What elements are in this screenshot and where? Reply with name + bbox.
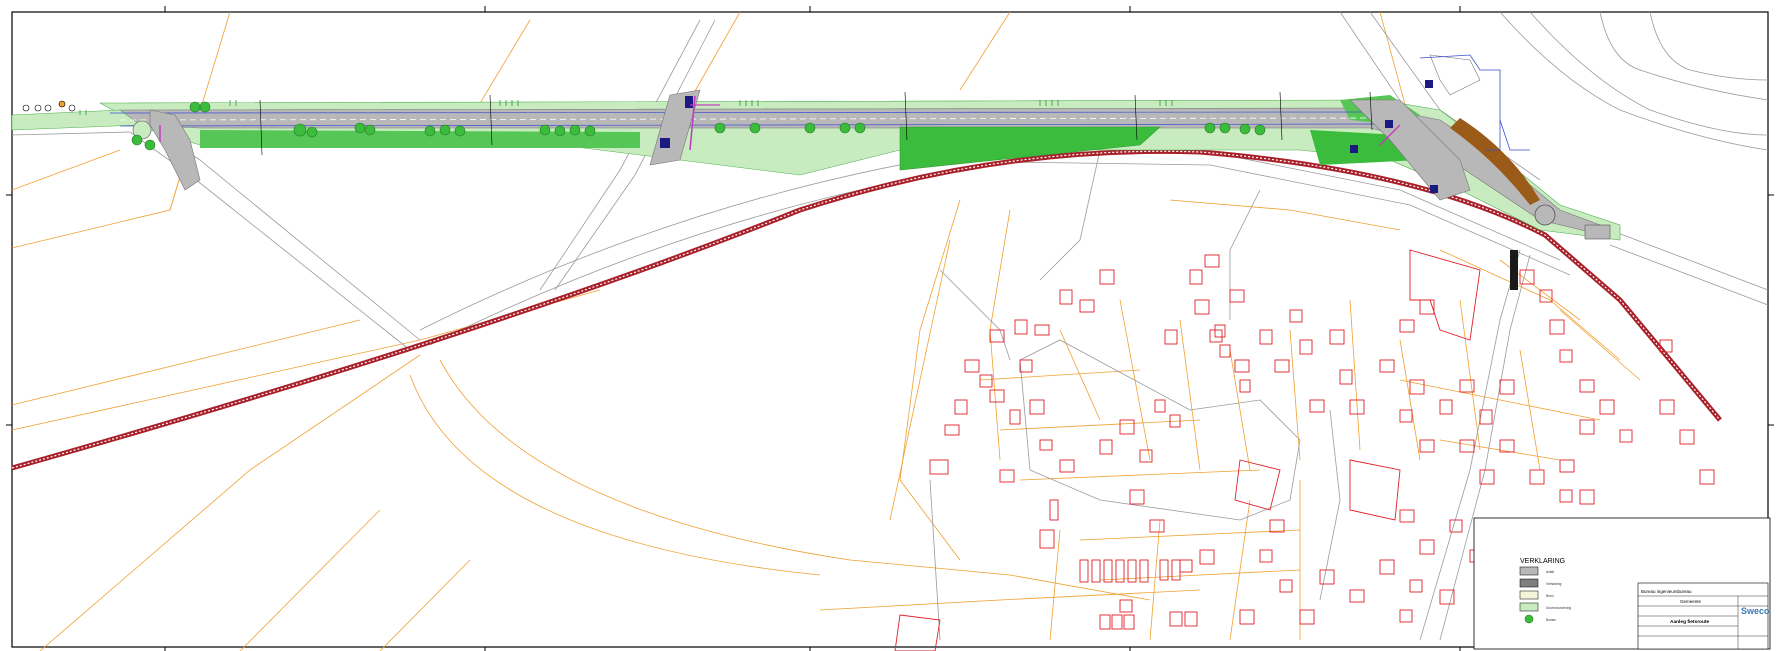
tree-icon <box>554 125 566 137</box>
tree-icon <box>569 124 581 136</box>
title-block-project: Aanleg fietsroute <box>1670 619 1710 625</box>
tree-icon <box>454 125 466 137</box>
tree-icon <box>1204 122 1216 134</box>
legend-swatch-2 <box>1519 590 1539 600</box>
legend-label-2: Berm <box>1546 594 1554 598</box>
tree-icon <box>804 122 816 134</box>
tree-icon <box>539 124 551 136</box>
tree-icon <box>749 122 761 134</box>
tree-icon <box>199 101 211 113</box>
tree-icon <box>364 124 376 136</box>
tree-icon <box>854 122 866 134</box>
tree-icon <box>1254 124 1266 136</box>
title-block: Bureau ingenieursbureau Gemeente Aanleg … <box>1637 582 1770 650</box>
tree-icon <box>424 125 436 137</box>
tree-icon <box>293 123 307 137</box>
tree-icon <box>439 124 451 136</box>
legend-swatch-3 <box>1519 602 1539 612</box>
tree-icon <box>1219 122 1231 134</box>
company-logo: Sweco <box>1741 606 1770 616</box>
tree-icon <box>131 134 143 146</box>
tree-icon <box>714 122 726 134</box>
legend-label-4: Bomen <box>1546 618 1556 622</box>
tree-icon <box>1239 123 1251 135</box>
legend-label-0: Asfalt <box>1546 570 1554 574</box>
map-sheet: VERKLARING Asfalt Verharding Berm Groenv… <box>6 6 1774 651</box>
legend-title: VERKLARING <box>1520 558 1565 565</box>
tree-icon <box>839 122 851 134</box>
legend-label-3: Groenvoorziening <box>1546 606 1571 610</box>
legend-swatch-0 <box>1519 566 1539 576</box>
tree-icon <box>306 126 318 138</box>
title-block-company: Bureau ingenieursbureau <box>1641 589 1692 594</box>
legend-panel: VERKLARING Asfalt Verharding Berm Groenv… <box>1473 517 1771 650</box>
tree-icon <box>354 122 366 134</box>
tree-icon <box>584 125 596 137</box>
tree-icon <box>144 139 156 151</box>
legend-label-1: Verharding <box>1546 582 1562 586</box>
legend-swatch-1 <box>1519 578 1539 588</box>
title-block-client: Gemeente <box>1680 599 1702 604</box>
tree-icon <box>1524 614 1534 624</box>
tree-icon <box>189 101 201 113</box>
